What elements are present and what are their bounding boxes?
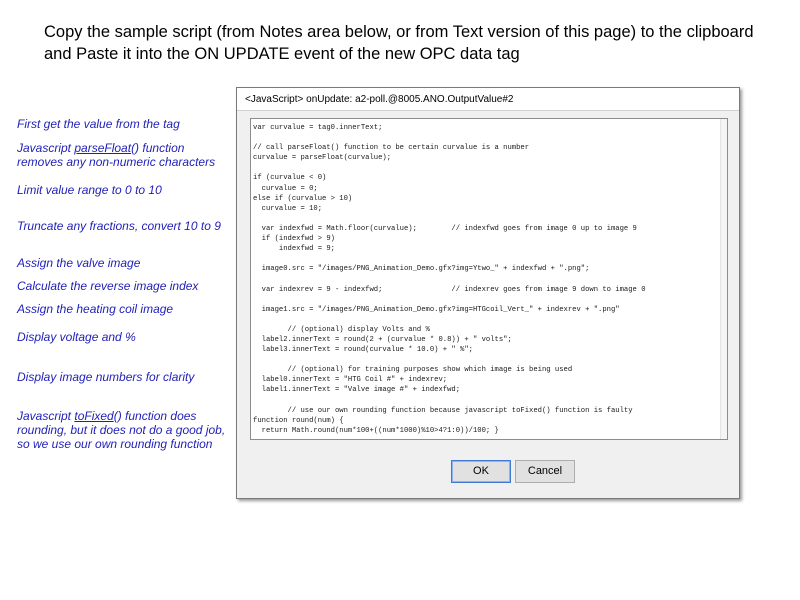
dialog-title: <JavaScript> onUpdate: a2-poll.@8005.ANO… [245,94,514,105]
annotation-tofixed: Javascript toFixed() function does round… [17,409,232,451]
editor-scrollbar[interactable] [720,119,727,439]
annotation-voltage: Display voltage and % [17,330,136,344]
dialog-titlebar[interactable]: <JavaScript> onUpdate: a2-poll.@8005.ANO… [237,88,739,111]
annotation-truncate: Truncate any fractions, convert 10 to 9 [17,219,221,233]
annotation-valve-image: Assign the valve image [17,256,141,270]
instructions-headline: Copy the sample script (from Notes area … [44,23,754,63]
script-editor[interactable]: var curvalue = tag0.innerText; // call p… [250,118,728,440]
annotation-parsefloat: Javascript parseFloat() function removes… [17,141,232,169]
javascript-editor-dialog: <JavaScript> onUpdate: a2-poll.@8005.ANO… [236,87,740,499]
annotation-heating-coil: Assign the heating coil image [17,302,174,316]
parsefloat-link-text: parseFloat [74,141,132,155]
tofixed-link-text: toFixed [74,409,114,423]
annotation-parsefloat-prefix: Javascript [17,141,75,155]
script-code[interactable]: var curvalue = tag0.innerText; // call p… [253,123,646,436]
annotation-limit-range: Limit value range to 0 to 10 [17,183,162,197]
ok-button[interactable]: OK [451,460,511,483]
annotation-get-value: First get the value from the tag [17,117,180,131]
annotation-image-numbers: Display image numbers for clarity [17,370,195,384]
annotation-tofixed-prefix: Javascript [17,409,75,423]
annotation-reverse-index: Calculate the reverse image index [17,279,199,293]
cancel-button[interactable]: Cancel [515,460,575,483]
dialog-body: var curvalue = tag0.innerText; // call p… [237,110,739,498]
